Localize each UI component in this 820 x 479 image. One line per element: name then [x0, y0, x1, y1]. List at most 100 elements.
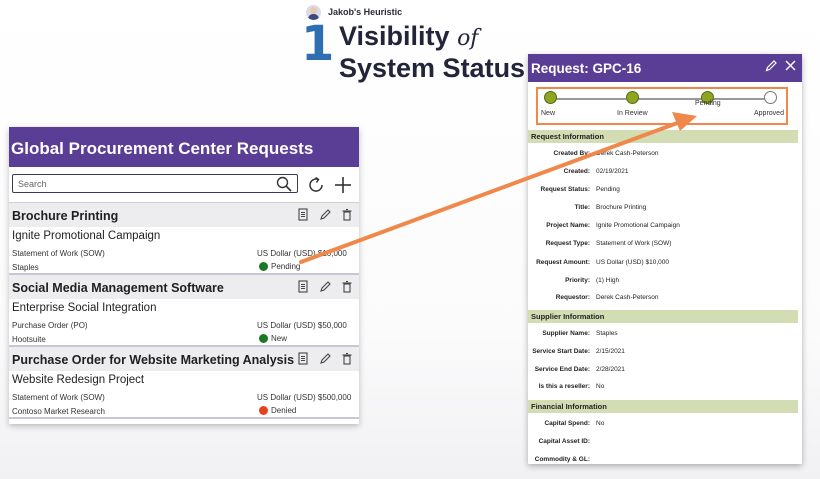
list-item-amount: US Dollar (USD) $500,000: [257, 393, 352, 402]
field-label: Requestor:: [555, 294, 590, 301]
list-item[interactable]: Social Media Management Software Enterpr…: [9, 275, 359, 347]
item-actions: [297, 280, 353, 293]
field-value: (1) High: [596, 277, 620, 284]
heuristic-title-line2: System Status: [339, 53, 526, 83]
edit-icon[interactable]: [319, 280, 331, 293]
field-request-amount: Request Amount: US Dollar (USD) $10,000: [528, 259, 798, 272]
delete-icon[interactable]: [341, 352, 353, 365]
field-label: Commodity & GL:: [534, 456, 590, 463]
field-service-start-date: Service Start Date: 2/15/2021: [528, 348, 798, 361]
add-icon[interactable]: [333, 175, 353, 195]
field-requestor: Requestor: Derek Cash-Peterson: [528, 294, 798, 307]
request-detail-panel: Request: GPC-16 New In Review Pending Ap…: [528, 54, 802, 464]
list-item-supplier: Staples: [12, 263, 39, 272]
field-label: Priority:: [565, 277, 590, 284]
heuristic-kicker: Jakob's Heuristic: [328, 7, 403, 17]
list-item-supplier: Hootsuite: [12, 335, 46, 344]
list-item-title: Brochure Printing: [12, 209, 119, 223]
search-icon[interactable]: [275, 175, 293, 193]
field-value: Derek Cash-Peterson: [596, 294, 659, 301]
field-label: Created By:: [553, 150, 590, 157]
list-item-project: Ignite Promotional Campaign: [12, 230, 161, 242]
list-item[interactable]: Brochure Printing Ignite Promotional Cam…: [9, 203, 359, 275]
list-item-type: Statement of Work (SOW): [12, 393, 105, 402]
close-icon[interactable]: [784, 59, 797, 72]
list-item-amount: US Dollar (USD) $10,000: [257, 249, 347, 258]
step-label: In Review: [617, 110, 648, 117]
list-item-title: Purchase Order for Website Marketing Ana…: [12, 353, 295, 367]
field-priority: Priority: (1) High: [528, 277, 798, 290]
field-label: Request Amount:: [536, 259, 590, 266]
field-supplier-name: Supplier Name: Staples: [528, 330, 798, 343]
detail-header: Request: GPC-16: [528, 54, 802, 82]
list-item-header: Purchase Order for Website Marketing Ana…: [9, 347, 359, 371]
field-request-status: Request Status: Pending: [528, 186, 798, 199]
status-label: New: [271, 334, 288, 343]
status-dot-icon: [259, 406, 268, 415]
field-label: Is this a reseller:: [538, 383, 590, 390]
document-icon[interactable]: [297, 280, 309, 293]
section-request-information: Request Information: [528, 130, 798, 143]
edit-icon[interactable]: [765, 59, 778, 72]
status-dot-icon: [259, 262, 268, 271]
field-commodity-gl: Commodity & GL:: [528, 456, 798, 464]
document-icon[interactable]: [297, 352, 309, 365]
status-badge: New: [259, 334, 287, 343]
list-item-supplier: Contoso Market Research: [12, 407, 105, 416]
field-service-end-date: Service End Date: 2/28/2021: [528, 366, 798, 379]
status-label: Pending: [271, 262, 301, 271]
heuristic-title-line1: Visibility of: [339, 21, 478, 52]
field-is-reseller: Is this a reseller: No: [528, 383, 798, 396]
field-value: 2/15/2021: [596, 348, 625, 355]
field-capital-asset-id: Capital Asset ID:: [528, 438, 798, 451]
list-item-type: Statement of Work (SOW): [12, 249, 105, 258]
list-item-title: Social Media Management Software: [12, 281, 224, 295]
status-label: Denied: [271, 406, 297, 415]
field-project-name: Project Name: Ignite Promotional Campaig…: [528, 222, 798, 235]
list-item[interactable]: Purchase Order for Website Marketing Ana…: [9, 347, 359, 419]
field-label: Service End Date:: [534, 366, 590, 373]
field-capital-spend: Capital Spend: No: [528, 420, 798, 433]
field-value: No: [596, 383, 605, 390]
field-value: Statement of Work (SOW): [596, 240, 672, 247]
field-label: Created:: [563, 168, 590, 175]
list-item-header: Social Media Management Software: [9, 275, 359, 299]
field-value: Staples: [596, 330, 618, 337]
field-value: Derek Cash-Peterson: [596, 150, 659, 157]
field-created: Created: 02/19/2021: [528, 168, 798, 181]
step-label: Approved: [754, 110, 784, 117]
field-label: Capital Asset ID:: [538, 438, 590, 445]
list-item-header: Brochure Printing: [9, 203, 359, 227]
field-request-type: Request Type: Statement of Work (SOW): [528, 240, 798, 253]
edit-icon[interactable]: [319, 352, 331, 365]
list-title: Global Procurement Center Requests: [9, 127, 359, 167]
heuristic-title-of: of: [457, 26, 479, 51]
list-toolbar: [9, 167, 359, 203]
field-label: Supplier Name:: [542, 330, 590, 337]
heuristic-number: 1: [301, 16, 335, 72]
edit-icon[interactable]: [319, 208, 331, 221]
field-label: Title:: [574, 204, 590, 211]
status-badge: Denied: [259, 406, 296, 415]
field-label: Service Start Date:: [532, 348, 590, 355]
step-circle-icon: [626, 91, 639, 104]
list-item-project: Website Redesign Project: [12, 374, 145, 386]
field-label: Project Name:: [546, 222, 590, 229]
step-label: New: [541, 110, 556, 117]
status-stepper: New In Review Pending Approved: [536, 87, 788, 125]
field-created-by: Created By: Derek Cash-Peterson: [528, 150, 798, 163]
section-financial-information: Financial Information: [528, 400, 798, 413]
delete-icon[interactable]: [341, 280, 353, 293]
delete-icon[interactable]: [341, 208, 353, 221]
search-input[interactable]: [18, 176, 268, 191]
step-circle-icon: [764, 91, 777, 104]
document-icon[interactable]: [297, 208, 309, 221]
refresh-icon[interactable]: [306, 175, 326, 195]
list-item-project: Enterprise Social Integration: [12, 302, 157, 314]
field-value: Ignite Promotional Campaign: [596, 222, 680, 229]
search-box[interactable]: [12, 174, 298, 193]
field-value: Pending: [596, 186, 620, 193]
field-value: 02/19/2021: [596, 168, 629, 175]
heuristic-heading: Jakob's Heuristic 1 Visibility of System…: [301, 3, 526, 85]
section-supplier-information: Supplier Information: [528, 310, 798, 323]
